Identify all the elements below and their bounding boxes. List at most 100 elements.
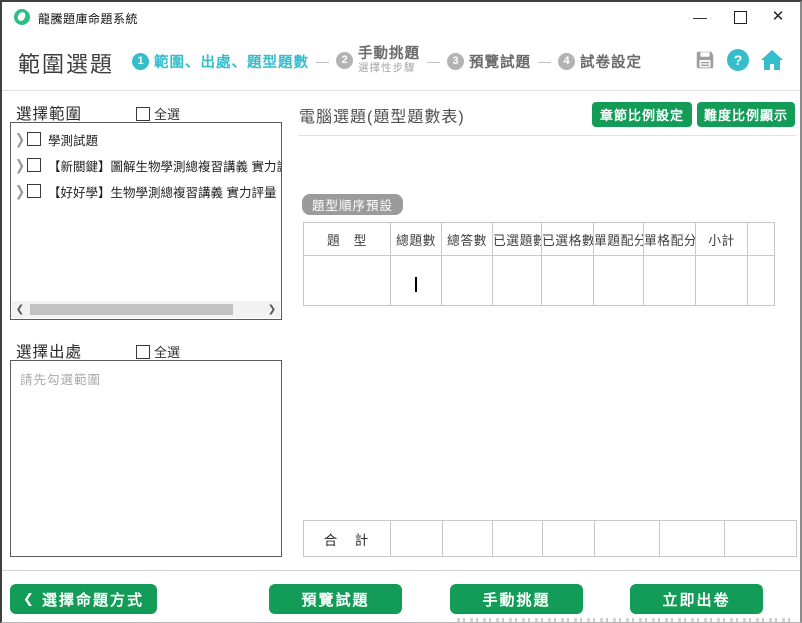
difficulty-ratio-button[interactable]: 難度比例顯示 [697, 102, 795, 127]
col-subtotal: 小計 [696, 223, 748, 256]
chevron-right-icon[interactable]: ❯ [13, 157, 27, 174]
step-2-manual-pick[interactable]: 2 手動挑題 選擇性步驟 [336, 47, 420, 74]
chevron-right-icon[interactable]: ❯ [13, 183, 27, 200]
step-4-label: 試卷設定 [580, 51, 642, 72]
home-icon[interactable] [760, 49, 784, 71]
total-value-cell [725, 521, 797, 557]
right-panel-divider [298, 135, 796, 136]
generate-paper-button[interactable]: 立即出卷 [630, 584, 763, 614]
col-points-per-question: 單題配分 [594, 223, 644, 256]
app-window: 龍騰題庫命題系統 — ✕ 範圍選題 1 範圍、出處、題型題數 — 2 手動挑題 … [0, 0, 802, 623]
manual-pick-button[interactable]: 手動挑題 [450, 584, 583, 614]
cell-points-per-cell[interactable] [644, 256, 696, 306]
scroll-right-icon[interactable]: ❯ [264, 304, 280, 315]
total-label-cell: 合 計 [304, 521, 391, 557]
col-total-questions: 總題數 [391, 223, 442, 256]
range-item-checkbox[interactable] [27, 132, 41, 146]
step-3-label: 預覽試題 [469, 51, 531, 72]
range-section-title: 選擇範圍 [16, 102, 82, 124]
totals-row: 合 計 [304, 521, 797, 557]
scrollbar-track[interactable] [28, 303, 264, 316]
range-item-checkbox[interactable] [27, 184, 41, 198]
background-window-artifact [457, 618, 790, 622]
col-selected-cells: 已選格數 [542, 223, 594, 256]
scroll-left-icon[interactable]: ❮ [12, 304, 28, 315]
cell-selected-cells[interactable] [542, 256, 594, 306]
cell-points-per-question[interactable] [594, 256, 644, 306]
table-row [304, 256, 775, 306]
save-icon[interactable] [694, 49, 716, 71]
step-1-range[interactable]: 1 範圍、出處、題型題數 [132, 51, 309, 72]
source-list-panel: 請先勾選範圍 [10, 360, 282, 557]
table-header-row: 題 型 總題數 總答數 已選題數 已選格數 單題配分 單格配分 小計 [304, 223, 775, 256]
total-value-cell [543, 521, 595, 557]
source-section-title: 選擇出處 [16, 340, 82, 362]
range-item-checkbox[interactable] [27, 158, 41, 172]
step-1-circle: 1 [132, 53, 149, 70]
choose-method-back-button[interactable]: ❮ 選擇命題方式 [10, 584, 157, 614]
range-tree-item[interactable]: ❯ 【好好學】生物學測總複習講義 實力評量 [13, 178, 281, 204]
total-value-cell [391, 521, 443, 557]
page-title: 範圍選題 [18, 47, 114, 79]
step-1-label: 範圍、出處、題型題數 [154, 51, 309, 72]
source-select-all[interactable]: 全選 [136, 342, 180, 361]
source-select-all-checkbox[interactable] [136, 345, 150, 359]
chevron-right-icon[interactable]: ❯ [13, 131, 27, 148]
source-select-all-label: 全選 [154, 342, 180, 361]
horizontal-scrollbar[interactable]: ❮ ❯ [12, 301, 280, 318]
question-type-table: 題 型 總題數 總答數 已選題數 已選格數 單題配分 單格配分 小計 [303, 222, 775, 306]
minimize-button[interactable]: — [688, 6, 712, 28]
step-2-label: 手動挑題 [358, 47, 420, 63]
col-total-answers: 總答數 [442, 223, 493, 256]
chapter-ratio-button[interactable]: 章節比例設定 [592, 102, 692, 127]
back-arrow-icon: ❮ [23, 591, 36, 607]
app-title: 龍騰題庫命題系統 [38, 10, 138, 27]
step-3-preview[interactable]: 3 預覽試題 [447, 51, 531, 72]
step-3-circle: 3 [447, 53, 464, 70]
range-select-all[interactable]: 全選 [136, 104, 180, 123]
app-logo-icon [14, 9, 30, 25]
back-button-label: 選擇命題方式 [42, 589, 144, 610]
step-2-circle: 2 [336, 52, 353, 69]
step-separator: — [538, 54, 551, 69]
maximize-icon [734, 11, 747, 24]
preview-questions-button[interactable]: 預覽試題 [269, 584, 402, 614]
range-select-all-label: 全選 [154, 104, 180, 123]
maximize-button[interactable] [728, 6, 752, 28]
step-4-circle: 4 [558, 53, 575, 70]
range-list-panel: ❯ 學測試題 ❯ 【新關鍵】圖解生物學測總複習講義 實力評量 ❯ 【好好學】生物… [10, 122, 282, 320]
total-value-cell [443, 521, 493, 557]
header: 範圍選題 1 範圍、出處、題型題數 — 2 手動挑題 選擇性步驟 — 3 預覽試… [2, 32, 800, 91]
close-button[interactable]: ✕ [766, 6, 790, 28]
step-2-sublabel: 選擇性步驟 [358, 63, 420, 75]
cell-total-questions[interactable] [391, 256, 442, 306]
step-separator: — [316, 54, 329, 69]
col-question-type: 題 型 [304, 223, 391, 256]
range-item-label: 【新關鍵】圖解生物學測總複習講義 實力評量 [48, 156, 281, 175]
range-select-all-checkbox[interactable] [136, 107, 150, 121]
range-item-label: 學測試題 [48, 130, 98, 149]
cell-question-type[interactable] [304, 256, 391, 306]
total-value-cell [493, 521, 543, 557]
step-separator: — [427, 54, 440, 69]
scrollbar-thumb[interactable] [30, 304, 233, 315]
totals-table: 合 計 [303, 520, 797, 557]
footer-divider [2, 570, 800, 571]
range-tree-item[interactable]: ❯ 【新關鍵】圖解生物學測總複習講義 實力評量 [13, 152, 281, 178]
col-extra [748, 223, 775, 256]
cell-selected-questions[interactable] [493, 256, 542, 306]
col-points-per-cell: 單格配分 [644, 223, 696, 256]
step-indicator: 1 範圍、出處、題型題數 — 2 手動挑題 選擇性步驟 — 3 預覽試題 — 4… [132, 32, 642, 90]
step-4-paper-settings[interactable]: 4 試卷設定 [558, 51, 642, 72]
help-icon[interactable]: ? [727, 49, 749, 71]
range-item-label: 【好好學】生物學測總複習講義 實力評量 [48, 182, 276, 201]
cell-total-answers[interactable] [442, 256, 493, 306]
col-selected-questions: 已選題數 [493, 223, 542, 256]
total-value-cell [660, 521, 725, 557]
title-bar: 龍騰題庫命題系統 — ✕ [2, 2, 800, 32]
cell-extra[interactable] [748, 256, 775, 306]
type-order-preset-button[interactable]: 題型順序預設 [302, 194, 403, 215]
range-tree-item[interactable]: ❯ 學測試題 [13, 126, 281, 152]
cell-subtotal[interactable] [696, 256, 748, 306]
source-placeholder: 請先勾選範圍 [11, 361, 281, 396]
